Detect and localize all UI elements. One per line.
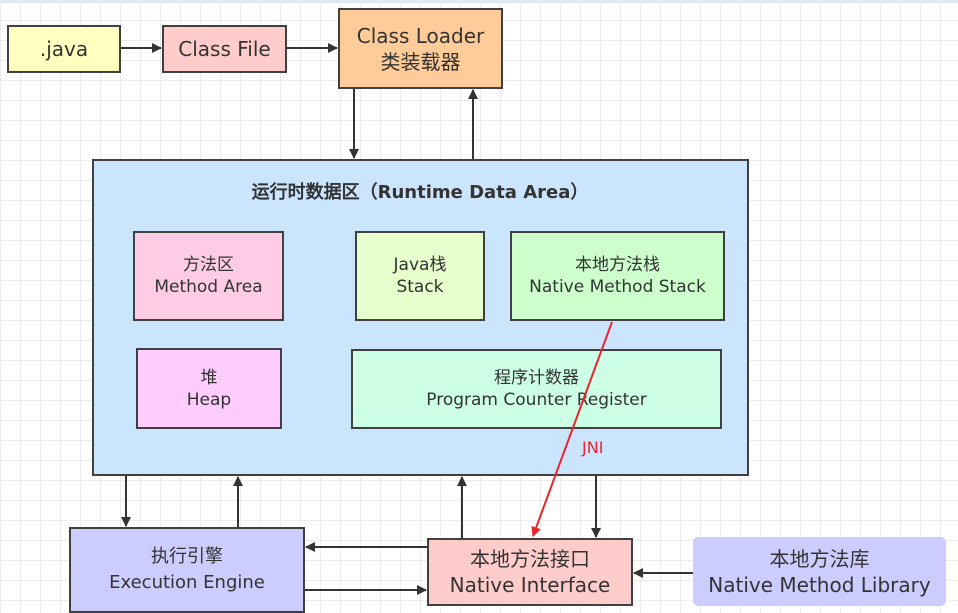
edges [121,43,693,595]
jni-label: JNI [582,438,604,457]
jni-arrow [531,321,613,537]
